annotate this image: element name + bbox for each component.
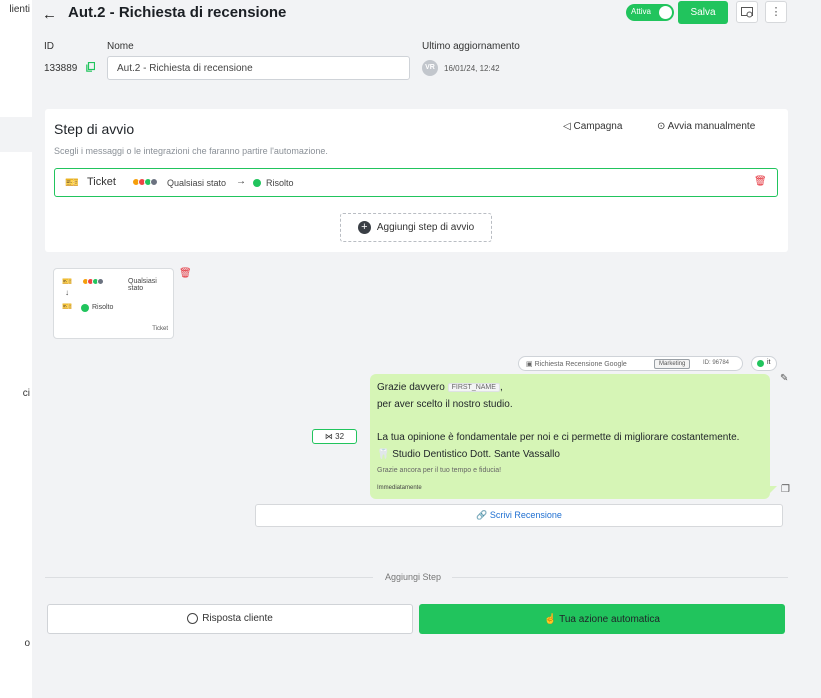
add-step-label: Aggiungi Step xyxy=(385,572,442,582)
language-label: it xyxy=(767,359,771,366)
trigger-to-state: Risolto xyxy=(266,178,294,188)
message-prefix: Grazie davvero xyxy=(377,382,445,393)
language-dot xyxy=(757,360,764,367)
header-bar: ← Aut.2 - Richiesta di recensione Attiva… xyxy=(32,0,821,30)
status-dots xyxy=(132,178,158,186)
resolved-dot xyxy=(81,304,89,312)
template-id: ID: 96784 xyxy=(703,360,730,366)
start-steps-description: Scegli i messaggi o le integrazioni che … xyxy=(54,146,328,156)
customer-reply-label: Risposta cliente xyxy=(202,613,273,625)
play-circle-icon: ⊙ xyxy=(657,121,666,132)
message-timing: Immediatamente xyxy=(377,485,422,491)
template-icon: ▣ xyxy=(526,361,533,368)
toggle-knob xyxy=(659,6,672,19)
id-label: ID xyxy=(44,41,54,52)
copy-icon[interactable]: ❐ xyxy=(781,484,790,495)
manual-start-label: Avvia manualmente xyxy=(667,121,756,132)
updated-label: Ultimo aggiornamento xyxy=(422,41,520,52)
sidebar-fragment[interactable]: ci xyxy=(0,388,32,399)
active-toggle[interactable]: Attiva xyxy=(626,4,674,21)
status-dots xyxy=(82,278,104,285)
arrow-right-icon: → xyxy=(236,176,246,187)
message-comma: , xyxy=(499,382,503,393)
plus-circle-icon: + xyxy=(357,221,371,234)
name-label: Nome xyxy=(107,41,134,52)
ticket-icon: 🎫 xyxy=(62,302,72,311)
updated-value: 16/01/24, 12:42 xyxy=(444,64,500,73)
trigger-node-card[interactable]: 🎫 Qualsiasi stato ↓ 🎫 Risolto Ticket xyxy=(53,268,174,339)
circle-icon xyxy=(187,613,199,625)
add-start-step-label: Aggiungi step di avvio xyxy=(376,222,475,234)
megaphone-icon: ◁ xyxy=(563,121,571,132)
trash-icon[interactable]: 🗑 xyxy=(179,268,192,279)
ticket-icon: 🎫 xyxy=(65,177,79,189)
copy-icon[interactable] xyxy=(86,61,96,75)
status-dot xyxy=(97,278,104,285)
sidebar-active-item[interactable] xyxy=(0,117,32,152)
sidebar-fragment[interactable]: lienti xyxy=(0,4,32,15)
start-steps-card: Step di avvio Scegli i messaggi o le int… xyxy=(45,109,788,252)
write-review-label: Scrivi Recensione xyxy=(489,510,562,520)
node-to-state: Risolto xyxy=(92,304,114,311)
trigger-name: Ticket xyxy=(87,176,116,188)
customer-reply-button[interactable]: Risposta cliente xyxy=(47,604,413,634)
toggle-label: Attiva xyxy=(631,7,652,16)
name-input[interactable] xyxy=(107,56,410,80)
edit-icon[interactable]: ✎ xyxy=(780,373,788,384)
arrow-left-icon[interactable]: ← xyxy=(42,6,57,23)
auto-action-button[interactable]: ☝ Tua azione automatica xyxy=(419,604,785,634)
hand-pointer-icon: ☝ xyxy=(544,613,557,625)
variable-badge: FIRST_NAME xyxy=(447,382,500,392)
node-from-state: Qualsiasi stato xyxy=(128,278,157,292)
template-name: Richiesta Recensione Google xyxy=(534,361,627,368)
message-line: La tua opinione è fondamentale per noi e… xyxy=(377,432,740,443)
message-signature: Grazie ancora per il tuo tempo e fiducia… xyxy=(377,467,502,474)
template-chip[interactable]: ▣ Richiesta Recensione Google Marketing … xyxy=(518,356,743,371)
avatar: VR xyxy=(422,60,438,76)
more-vertical-icon[interactable]: ⋮ xyxy=(765,1,787,23)
count-chip[interactable]: ⋈ 32 xyxy=(312,429,357,444)
trigger-row[interactable]: 🎫 Ticket Qualsiasi stato → Risolto 🗑 xyxy=(54,168,778,197)
page-title: Aut.2 - Richiesta di recensione xyxy=(68,4,287,21)
main-content: ← Aut.2 - Richiesta di recensione Attiva… xyxy=(32,0,821,698)
divider xyxy=(45,577,373,578)
count-icon: ⋈ xyxy=(324,432,333,441)
arrow-down-icon: ↓ xyxy=(65,288,69,297)
sidebar-fragment[interactable]: o xyxy=(0,638,32,649)
category-badge: Marketing xyxy=(654,359,691,369)
message-bubble[interactable]: Grazie davvero FIRST_NAME, per aver scel… xyxy=(370,374,770,499)
language-chip[interactable]: it xyxy=(751,356,777,371)
campaign-label: Campagna xyxy=(573,121,623,132)
divider xyxy=(452,577,788,578)
ticket-icon: 🎫 xyxy=(62,277,72,286)
node-footer: Ticket xyxy=(152,326,168,332)
trigger-from-state: Qualsiasi stato xyxy=(167,178,227,188)
link-icon: 🔗 xyxy=(476,510,488,520)
bottom-strip xyxy=(32,668,821,698)
preview-settings-icon[interactable] xyxy=(736,1,758,23)
save-button[interactable]: Salva xyxy=(678,1,728,24)
write-review-button[interactable]: 🔗 Scrivi Recensione xyxy=(255,504,783,527)
manual-start-button[interactable]: ⊙ Avvia manualmente xyxy=(657,121,755,132)
trash-icon[interactable]: 🗑 xyxy=(754,176,767,187)
message-line: Grazie davvero FIRST_NAME, xyxy=(377,382,503,393)
id-value: 133889 xyxy=(44,63,78,74)
start-steps-title: Step di avvio xyxy=(54,121,135,137)
campaign-button[interactable]: ◁ Campagna xyxy=(563,121,622,132)
add-start-step-button[interactable]: + Aggiungi step di avvio xyxy=(340,213,492,242)
count-value: 32 xyxy=(335,432,345,441)
resolved-dot xyxy=(253,179,261,187)
sidebar: lienti ci o xyxy=(0,0,32,698)
status-dot xyxy=(150,178,158,186)
bubble-tail xyxy=(770,486,777,493)
message-line: per aver scelto il nostro studio. xyxy=(377,399,513,410)
message-line: 🦷 Studio Dentistico Dott. Sante Vassallo xyxy=(377,449,560,460)
auto-action-label: Tua azione automatica xyxy=(559,613,660,625)
